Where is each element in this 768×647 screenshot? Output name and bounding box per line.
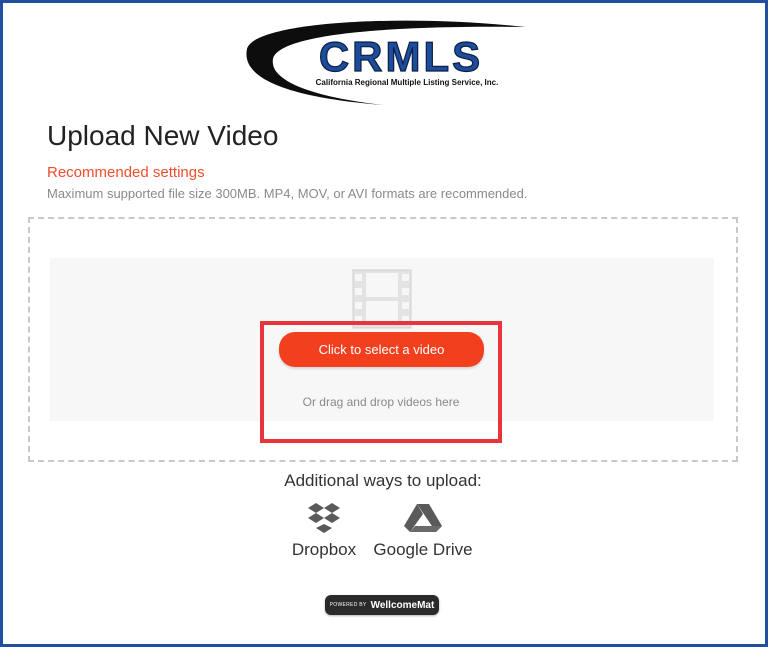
recommended-settings-label: Recommended settings xyxy=(47,164,205,181)
google-drive-icon xyxy=(404,504,442,532)
wellcomemat-brand: WellcomeMat xyxy=(370,599,435,611)
additional-upload-heading: Additional ways to upload: xyxy=(284,471,482,490)
powered-by-text: POWERED BY xyxy=(329,602,367,608)
google-drive-label: Google Drive xyxy=(373,540,473,559)
page-title: Upload New Video xyxy=(47,120,279,151)
google-drive-upload-option[interactable]: Google Drive xyxy=(370,502,476,560)
recommended-settings-description[interactable]: Maximum supported file size 300MB. MP4, … xyxy=(47,186,527,201)
logo-name: CRMLS xyxy=(319,33,483,80)
powered-by-badge[interactable]: POWERED BY WellcomeMat xyxy=(325,595,439,615)
dropbox-upload-option[interactable]: Dropbox xyxy=(286,502,362,560)
dropbox-label: Dropbox xyxy=(291,540,357,559)
dropbox-icon xyxy=(308,503,340,533)
drag-drop-hint: Or drag and drop videos here xyxy=(302,395,460,409)
logo-tagline: California Regional Multiple Listing Ser… xyxy=(316,78,499,87)
select-video-button[interactable]: Click to select a video xyxy=(279,332,484,367)
crmls-logo: CRMLS California Regional Multiple Listi… xyxy=(246,20,526,106)
